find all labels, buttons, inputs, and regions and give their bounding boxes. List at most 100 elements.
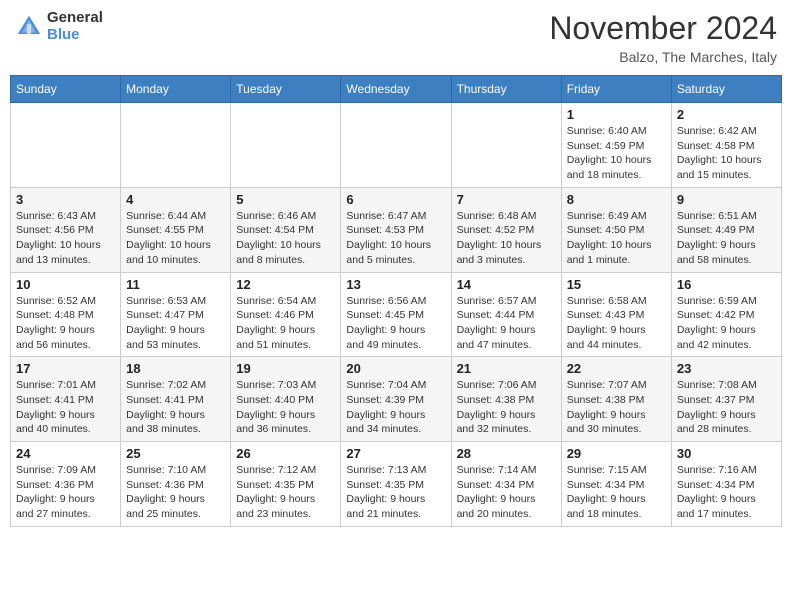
calendar-cell: 28 Sunrise: 7:14 AM Sunset: 4:34 PM Dayli…: [451, 442, 561, 527]
calendar-cell: 16 Sunrise: 6:59 AM Sunset: 4:42 PM Dayli…: [671, 272, 781, 357]
calendar-cell: 13Sunrise: 6:56 AM Sunset: 4:45 PM Dayli…: [341, 272, 451, 357]
title-section: November 2024 Balzo, The Marches, Italy: [549, 10, 777, 65]
calendar-week-row: 10 Sunrise: 6:52 AM Sunset: 4:48 PM Dayli…: [11, 272, 782, 357]
day-info: Sunrise: 6:40 AM Sunset: 4:59 PM Dayligh…: [567, 124, 666, 183]
calendar-cell: 11 Sunrise: 6:53 AM Sunset: 4:47 PM Dayli…: [121, 272, 231, 357]
day-info: Sunrise: 7:06 AM Sunset: 4:38 PM Dayligh…: [457, 378, 556, 437]
day-number: 21: [457, 361, 556, 376]
calendar-cell: 2 Sunrise: 6:42 AM Sunset: 4:58 PM Daylig…: [671, 103, 781, 188]
day-number: 27: [346, 446, 445, 461]
calendar-cell: 17 Sunrise: 7:01 AM Sunset: 4:41 PM Dayli…: [11, 357, 121, 442]
calendar-cell: 23 Sunrise: 7:08 AM Sunset: 4:37 PM Dayli…: [671, 357, 781, 442]
day-info: Sunrise: 6:53 AM Sunset: 4:47 PM Dayligh…: [126, 294, 225, 353]
day-info: Sunrise: 7:15 AM Sunset: 4:34 PM Dayligh…: [567, 463, 666, 522]
day-info: Sunrise: 7:03 AM Sunset: 4:40 PM Dayligh…: [236, 378, 335, 437]
calendar-cell: 3 Sunrise: 6:43 AM Sunset: 4:56 PM Daylig…: [11, 187, 121, 272]
day-info: Sunrise: 6:59 AM Sunset: 4:42 PM Dayligh…: [677, 294, 776, 353]
calendar-table: SundayMondayTuesdayWednesdayThursdayFrid…: [10, 75, 782, 527]
day-number: 8: [567, 192, 666, 207]
weekday-header-saturday: Saturday: [671, 76, 781, 103]
calendar-cell: 25Sunrise: 7:10 AM Sunset: 4:36 PM Dayli…: [121, 442, 231, 527]
day-number: 2: [677, 107, 776, 122]
day-number: 3: [16, 192, 115, 207]
day-number: 26: [236, 446, 335, 461]
day-info: Sunrise: 6:51 AM Sunset: 4:49 PM Dayligh…: [677, 209, 776, 268]
weekday-header-monday: Monday: [121, 76, 231, 103]
day-number: 30: [677, 446, 776, 461]
day-number: 17: [16, 361, 115, 376]
day-info: Sunrise: 7:04 AM Sunset: 4:39 PM Dayligh…: [346, 378, 445, 437]
day-info: Sunrise: 6:43 AM Sunset: 4:56 PM Dayligh…: [16, 209, 115, 268]
weekday-header-wednesday: Wednesday: [341, 76, 451, 103]
calendar-week-row: 3 Sunrise: 6:43 AM Sunset: 4:56 PM Daylig…: [11, 187, 782, 272]
calendar-cell: 9 Sunrise: 6:51 AM Sunset: 4:49 PM Daylig…: [671, 187, 781, 272]
day-info: Sunrise: 6:47 AM Sunset: 4:53 PM Dayligh…: [346, 209, 445, 268]
day-info: Sunrise: 6:54 AM Sunset: 4:46 PM Dayligh…: [236, 294, 335, 353]
calendar-cell: [11, 103, 121, 188]
day-number: 15: [567, 277, 666, 292]
calendar-cell: 15Sunrise: 6:58 AM Sunset: 4:43 PM Dayli…: [561, 272, 671, 357]
calendar-cell: [341, 103, 451, 188]
day-info: Sunrise: 7:10 AM Sunset: 4:36 PM Dayligh…: [126, 463, 225, 522]
calendar-cell: 26 Sunrise: 7:12 AM Sunset: 4:35 PM Dayli…: [231, 442, 341, 527]
day-number: 16: [677, 277, 776, 292]
day-number: 18: [126, 361, 225, 376]
day-number: 9: [677, 192, 776, 207]
logo-icon: [15, 13, 43, 41]
calendar-cell: 19 Sunrise: 7:03 AM Sunset: 4:40 PM Dayli…: [231, 357, 341, 442]
calendar-cell: 29 Sunrise: 7:15 AM Sunset: 4:34 PM Dayli…: [561, 442, 671, 527]
calendar-cell: 1 Sunrise: 6:40 AM Sunset: 4:59 PM Daylig…: [561, 103, 671, 188]
day-number: 19: [236, 361, 335, 376]
day-info: Sunrise: 7:13 AM Sunset: 4:35 PM Dayligh…: [346, 463, 445, 522]
calendar-cell: [451, 103, 561, 188]
day-info: Sunrise: 7:02 AM Sunset: 4:41 PM Dayligh…: [126, 378, 225, 437]
calendar-cell: 4 Sunrise: 6:44 AM Sunset: 4:55 PM Daylig…: [121, 187, 231, 272]
day-info: Sunrise: 7:12 AM Sunset: 4:35 PM Dayligh…: [236, 463, 335, 522]
calendar-cell: 20Sunrise: 7:04 AM Sunset: 4:39 PM Dayli…: [341, 357, 451, 442]
weekday-header-friday: Friday: [561, 76, 671, 103]
calendar-cell: 24 Sunrise: 7:09 AM Sunset: 4:36 PM Dayli…: [11, 442, 121, 527]
calendar-week-row: 17 Sunrise: 7:01 AM Sunset: 4:41 PM Dayli…: [11, 357, 782, 442]
location: Balzo, The Marches, Italy: [549, 49, 777, 65]
calendar-cell: 7Sunrise: 6:48 AM Sunset: 4:52 PM Daylig…: [451, 187, 561, 272]
calendar-week-row: 1 Sunrise: 6:40 AM Sunset: 4:59 PM Daylig…: [11, 103, 782, 188]
day-info: Sunrise: 6:52 AM Sunset: 4:48 PM Dayligh…: [16, 294, 115, 353]
day-info: Sunrise: 7:09 AM Sunset: 4:36 PM Dayligh…: [16, 463, 115, 522]
calendar-cell: 8Sunrise: 6:49 AM Sunset: 4:50 PM Daylig…: [561, 187, 671, 272]
page-header: General Blue November 2024 Balzo, The Ma…: [10, 10, 782, 65]
day-info: Sunrise: 7:01 AM Sunset: 4:41 PM Dayligh…: [16, 378, 115, 437]
logo-blue: Blue: [47, 27, 103, 44]
day-number: 14: [457, 277, 556, 292]
day-number: 6: [346, 192, 445, 207]
day-number: 23: [677, 361, 776, 376]
calendar-week-row: 24 Sunrise: 7:09 AM Sunset: 4:36 PM Dayli…: [11, 442, 782, 527]
day-info: Sunrise: 7:16 AM Sunset: 4:34 PM Dayligh…: [677, 463, 776, 522]
weekday-header-thursday: Thursday: [451, 76, 561, 103]
day-info: Sunrise: 6:48 AM Sunset: 4:52 PM Dayligh…: [457, 209, 556, 268]
day-info: Sunrise: 7:14 AM Sunset: 4:34 PM Dayligh…: [457, 463, 556, 522]
day-number: 28: [457, 446, 556, 461]
calendar-cell: 12 Sunrise: 6:54 AM Sunset: 4:46 PM Dayli…: [231, 272, 341, 357]
day-info: Sunrise: 6:42 AM Sunset: 4:58 PM Dayligh…: [677, 124, 776, 183]
calendar-cell: 30 Sunrise: 7:16 AM Sunset: 4:34 PM Dayli…: [671, 442, 781, 527]
weekday-header-row: SundayMondayTuesdayWednesdayThursdayFrid…: [11, 76, 782, 103]
day-number: 4: [126, 192, 225, 207]
day-number: 1: [567, 107, 666, 122]
day-number: 5: [236, 192, 335, 207]
day-info: Sunrise: 7:07 AM Sunset: 4:38 PM Dayligh…: [567, 378, 666, 437]
day-info: Sunrise: 7:08 AM Sunset: 4:37 PM Dayligh…: [677, 378, 776, 437]
day-info: Sunrise: 6:44 AM Sunset: 4:55 PM Dayligh…: [126, 209, 225, 268]
day-number: 29: [567, 446, 666, 461]
day-number: 24: [16, 446, 115, 461]
calendar-cell: 22Sunrise: 7:07 AM Sunset: 4:38 PM Dayli…: [561, 357, 671, 442]
calendar-cell: 6 Sunrise: 6:47 AM Sunset: 4:53 PM Daylig…: [341, 187, 451, 272]
day-number: 13: [346, 277, 445, 292]
day-info: Sunrise: 6:46 AM Sunset: 4:54 PM Dayligh…: [236, 209, 335, 268]
calendar-cell: [121, 103, 231, 188]
day-number: 11: [126, 277, 225, 292]
calendar-cell: 18 Sunrise: 7:02 AM Sunset: 4:41 PM Dayli…: [121, 357, 231, 442]
calendar-cell: 21 Sunrise: 7:06 AM Sunset: 4:38 PM Dayli…: [451, 357, 561, 442]
calendar-cell: 27 Sunrise: 7:13 AM Sunset: 4:35 PM Dayli…: [341, 442, 451, 527]
day-number: 10: [16, 277, 115, 292]
day-number: 12: [236, 277, 335, 292]
